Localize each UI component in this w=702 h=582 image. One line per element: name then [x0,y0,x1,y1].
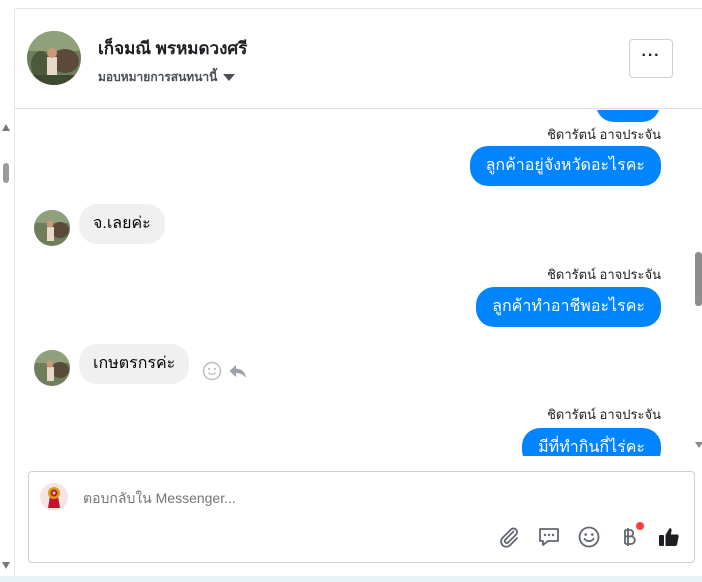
message-bubble-incoming[interactable]: จ.เลยค่ะ [79,204,165,244]
conversation-header: เก็จมณี พรหมดวงศรี มอบหมายการสนทนานี้ ··… [15,9,702,109]
reply-composer [28,471,695,563]
notification-dot [636,522,644,530]
baht-icon[interactable] [616,522,644,550]
scrollbar-thumb[interactable] [3,163,9,183]
message-bubble-incoming[interactable]: เกษตรกรค่ะ [79,344,190,384]
scroll-up-icon[interactable] [2,124,10,131]
scrollbar-thumb[interactable] [695,252,702,306]
thread-scrollbar[interactable] [692,110,702,460]
contact-name: เก็จมณี พรหมดวงศรี [98,39,248,58]
message-thread: ชิดารัตน์ อาจประจัน ลูกค้าอยู่จังหวัดอะไ… [15,110,691,456]
scroll-down-icon[interactable] [2,562,10,569]
smiley-icon[interactable] [576,524,602,550]
reply-icon[interactable] [228,361,248,386]
message-bubble-outgoing[interactable]: ลูกค้าอยู่จังหวัดอะไรคะ [469,146,661,186]
conversation-panel: เก็จมณี พรหมดวงศรี มอบหมายการสนทนานี้ ··… [0,0,702,582]
thumbs-up-icon[interactable] [656,524,682,550]
assign-conversation-dropdown[interactable]: มอบหมายการสนทนานี้ [98,68,236,87]
footer-strip [0,576,702,582]
avatar [34,350,70,386]
paperclip-icon[interactable] [496,524,522,550]
avatar [34,210,70,246]
ellipsis-icon: ··· [641,46,661,64]
avatar [39,482,69,512]
caret-down-icon [223,74,236,82]
message-bubble-outgoing[interactable]: ลูกค้าทำอาชีพอะไรคะ [476,287,661,327]
page-scrollbar[interactable] [0,118,13,578]
message-sender: ชิดารัตน์ อาจประจัน [547,407,661,422]
message-sender: ชิดารัตน์ อาจประจัน [547,267,661,282]
composer-toolbar [496,522,682,550]
avatar[interactable] [27,31,81,85]
message-sender: ชิดารัตน์ อาจประจัน [547,127,661,142]
speech-bubble-icon[interactable] [536,524,562,550]
message-bubble-outgoing[interactable] [596,110,660,122]
assign-label: มอบหมายการสนทนานี้ [98,70,218,84]
message-actions [202,361,248,386]
more-options-button[interactable]: ··· [629,39,673,78]
scroll-down-icon[interactable] [695,442,702,448]
react-smiley-icon[interactable] [202,361,222,386]
reply-input[interactable] [83,490,643,506]
message-bubble-outgoing[interactable]: มีที่ทำกินกี่ไร่คะ [522,428,661,456]
